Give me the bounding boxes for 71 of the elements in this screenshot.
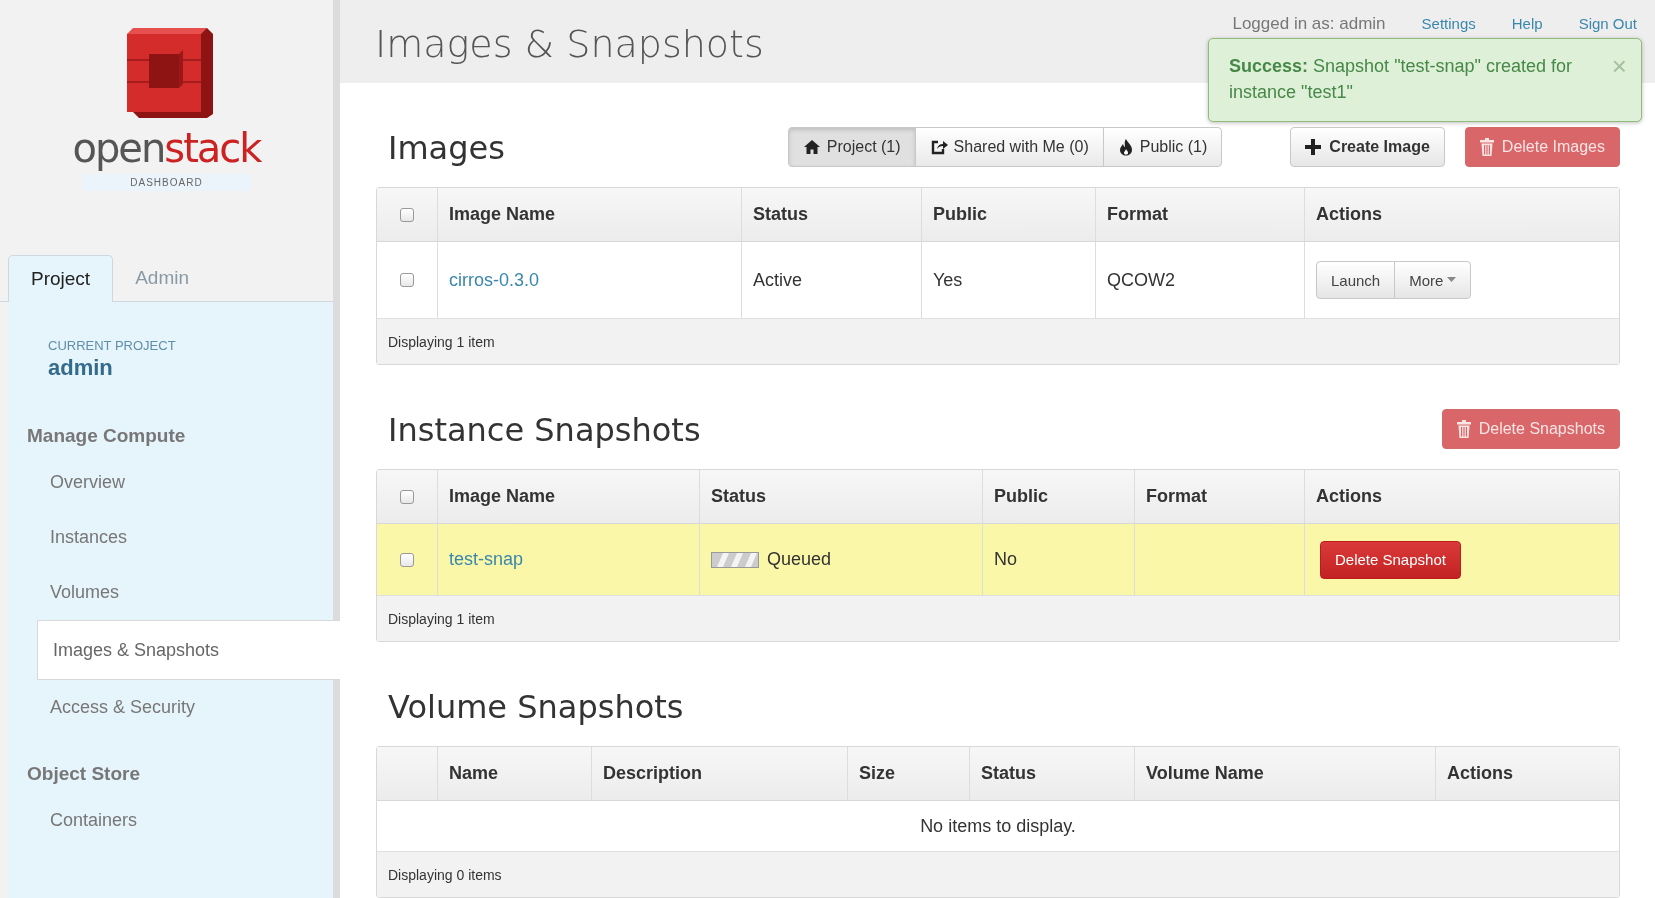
table-cell: QCOW2: [1107, 269, 1175, 291]
empty-message: No items to display.: [920, 815, 1076, 837]
header-link[interactable]: Sign Out: [1578, 15, 1637, 32]
column-header: Description: [603, 763, 703, 784]
section-heading: Images: [388, 131, 506, 165]
select-all-checkbox[interactable]: [400, 207, 414, 222]
column-header: Actions: [1316, 486, 1382, 507]
current-project-name: admin: [48, 355, 114, 381]
page-title: Images & Snapshots: [375, 22, 764, 66]
filter-tab[interactable]: Shared with Me (0): [914, 127, 1104, 167]
trash-icon: [1456, 420, 1471, 438]
row-checkbox[interactable]: [400, 273, 414, 287]
section-heading: Instance Snapshots: [388, 413, 702, 447]
table-footer-text: Displaying 1 item: [388, 610, 495, 627]
table-cell: Active: [753, 269, 803, 291]
logo-wordmark: openstack: [72, 126, 261, 170]
current-project-label: CURRENT PROJECT: [48, 338, 177, 353]
column-header: Actions: [1447, 763, 1513, 784]
status-text: Queued: [767, 549, 832, 570]
sidebar-item[interactable]: Access & Security: [8, 680, 333, 735]
plus-icon: [1305, 139, 1322, 155]
flame-icon: [1117, 138, 1134, 156]
image-name-link[interactable]: test-snap: [449, 549, 524, 570]
more-dropdown-button[interactable]: More: [1394, 261, 1472, 299]
column-header: Status: [711, 486, 766, 507]
table-footer-text: Displaying 0 items: [388, 866, 502, 883]
sidebar-item[interactable]: Containers: [8, 793, 333, 848]
table-cell: No: [994, 549, 1017, 570]
table-footer-text: Displaying 1 item: [388, 333, 495, 350]
column-header: Format: [1146, 486, 1207, 507]
delete-snapshot-button[interactable]: Delete Snapshot: [1320, 540, 1461, 579]
column-header: Image Name: [449, 486, 556, 507]
sidebar-item[interactable]: Volumes: [8, 565, 333, 620]
filter-tab[interactable]: Project (1): [787, 127, 916, 167]
sidebar-item[interactable]: Instances: [8, 510, 333, 565]
section-heading: Volume Snapshots: [388, 690, 685, 724]
column-header: Image Name: [449, 204, 556, 225]
caret-icon: [1447, 277, 1457, 283]
trash-icon: [1479, 138, 1494, 156]
column-header: Volume Name: [1146, 763, 1264, 784]
launch-button[interactable]: Launch: [1316, 261, 1396, 299]
header-link[interactable]: Help: [1511, 15, 1543, 32]
column-header: Format: [1107, 204, 1168, 225]
image-name-link[interactable]: cirros-0.3.0: [449, 269, 540, 291]
progress-bar-icon: [711, 551, 759, 568]
table-cell: Yes: [933, 269, 963, 291]
sidebar-tab[interactable]: Project: [8, 255, 114, 302]
home-icon: [802, 139, 821, 155]
sidebar-item[interactable]: Images & Snapshots: [37, 620, 340, 680]
nav-group-title: Manage Compute: [27, 425, 187, 447]
column-header: Status: [981, 763, 1036, 784]
header-link[interactable]: Settings: [1421, 15, 1476, 32]
column-header: Public: [933, 204, 987, 225]
create-button[interactable]: Create Image: [1290, 127, 1445, 167]
sidebar-tab[interactable]: Admin: [113, 255, 211, 301]
row-checkbox[interactable]: [400, 552, 414, 567]
column-header: Public: [994, 486, 1048, 507]
logo-subtitle: DASHBOARD: [82, 174, 251, 191]
column-header: Actions: [1316, 204, 1382, 225]
column-header: Size: [859, 763, 896, 784]
column-header: Status: [753, 204, 808, 225]
share-icon: [929, 139, 948, 155]
nav-group-title: Object Store: [27, 763, 141, 785]
logged-in-user: Logged in as: admin: [1232, 14, 1386, 34]
column-header: Name: [449, 763, 499, 784]
filter-tab[interactable]: Public (1): [1102, 127, 1223, 167]
select-all-checkbox[interactable]: [400, 489, 414, 504]
sidebar-item[interactable]: Overview: [8, 455, 333, 510]
delete-button[interactable]: Delete Images: [1464, 127, 1620, 167]
delete-button[interactable]: Delete Snapshots: [1441, 409, 1620, 449]
alert-message: Success: Snapshot "test-snap" created for instance "test1": [1229, 56, 1572, 102]
